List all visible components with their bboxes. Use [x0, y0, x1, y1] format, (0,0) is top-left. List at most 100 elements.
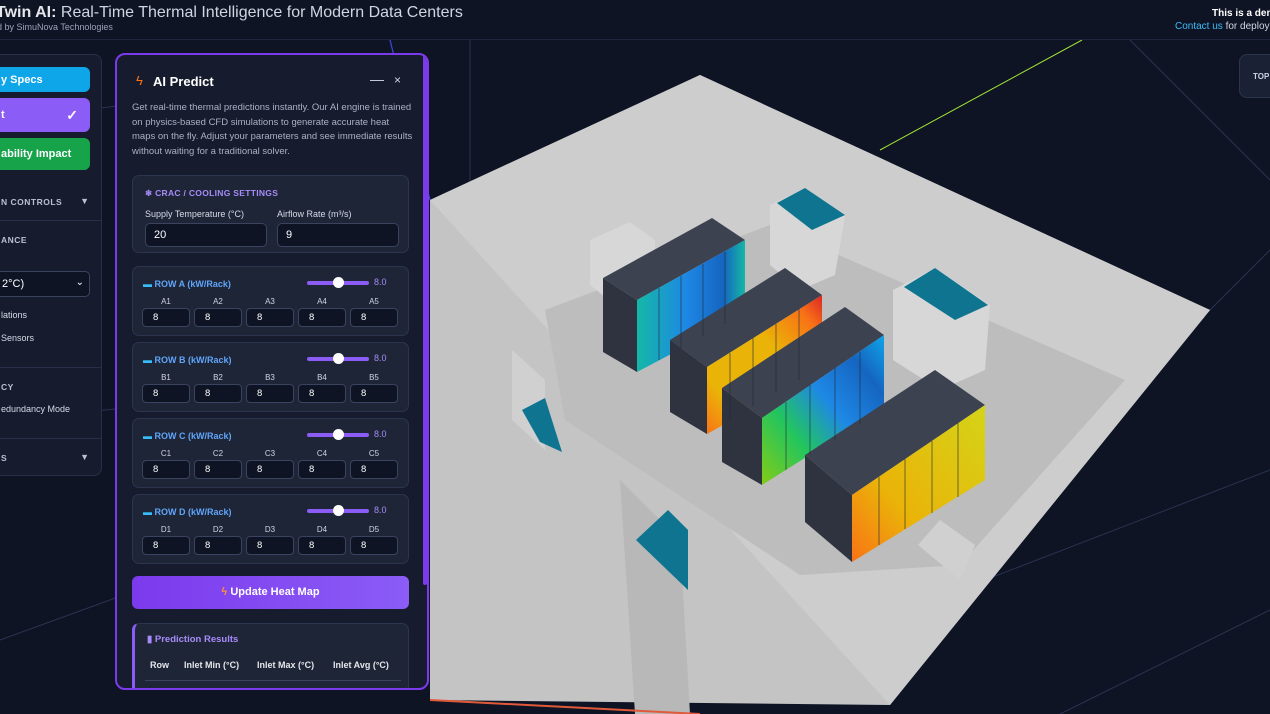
rack-power-input[interactable]: 8	[350, 460, 398, 479]
crac-settings-title: CRAC / COOLING SETTINGS	[155, 188, 279, 198]
row-power-slider[interactable]	[307, 429, 369, 440]
results-header-inlet-avg: Inlet Avg (°C)	[333, 660, 389, 670]
top-view-button[interactable]: TOP	[1239, 54, 1270, 98]
rack-label: C3	[264, 449, 276, 458]
ai-predict-label: t	[1, 109, 5, 121]
slider-handle[interactable]	[333, 353, 344, 364]
row-power-value: 8.0	[374, 429, 387, 439]
rack-row-label: ROW D (kW/Rack)	[154, 507, 232, 517]
rack-power-input[interactable]: 8	[350, 308, 398, 327]
contact-link[interactable]: Contact us	[1175, 21, 1223, 32]
crac-settings-caption: ❄ CRAC / COOLING SETTINGS	[145, 188, 278, 199]
rack-row-card: ▬ ROW D (kW/Rack) 8.0 D1 8 D2 8 D3 8 D4 8 D5 8	[132, 494, 409, 564]
minimize-icon[interactable]: —	[370, 71, 384, 87]
page-title: Twin AI: Real-Time Thermal Intelligence …	[0, 4, 463, 22]
rack-label: A4	[317, 297, 327, 306]
rack-label: A3	[265, 297, 275, 306]
airflow-rate-label: Airflow Rate (m³/s)	[277, 209, 352, 219]
chart-icon: ▮	[147, 634, 153, 645]
rack-power-input[interactable]: 8	[246, 308, 294, 327]
toggle-simulations[interactable]: lations	[1, 310, 27, 320]
temperature-select[interactable]: 2°C) ⌄	[0, 271, 90, 297]
rack-label: D4	[316, 525, 328, 534]
rack-power-input[interactable]: 8	[298, 384, 346, 403]
rack-power-input[interactable]: 8	[194, 460, 242, 479]
rack-power-input[interactable]: 8	[194, 536, 242, 555]
divider	[0, 438, 101, 439]
rack-power-input[interactable]: 8	[298, 460, 346, 479]
lightning-icon: ϟ	[136, 73, 143, 88]
rack-label: B2	[213, 373, 223, 382]
contact-text: for deploy	[1222, 21, 1270, 32]
rack-row-label: ROW A (kW/Rack)	[154, 279, 231, 289]
top-header: Twin AI: Real-Time Thermal Intelligence …	[0, 0, 1270, 40]
facility-specs-button[interactable]: y Specs	[0, 67, 90, 92]
contact-line: Contact us for deploy	[1175, 21, 1270, 32]
rack-label: B1	[161, 373, 171, 382]
rack-label: D5	[368, 525, 380, 534]
slider-handle[interactable]	[333, 429, 344, 440]
temperature-select-value: 2°C)	[2, 278, 25, 290]
rack-label: B3	[265, 373, 275, 382]
rack-power-input[interactable]: 8	[298, 536, 346, 555]
slider-handle[interactable]	[333, 277, 344, 288]
ai-predict-panel: ϟ AI Predict — × Get real-time thermal p…	[115, 53, 429, 690]
rack-power-input[interactable]: 8	[350, 536, 398, 555]
rack-power-input[interactable]: 8	[298, 308, 346, 327]
rack-power-input[interactable]: 8	[194, 384, 242, 403]
rack-power-input[interactable]: 8	[194, 308, 242, 327]
facility-specs-label: y Specs	[1, 73, 43, 86]
rack-power-input[interactable]: 8	[142, 536, 190, 555]
demo-notice: This is a dem	[1212, 8, 1270, 19]
chevron-down-icon: ⌄	[75, 277, 84, 288]
row-power-slider[interactable]	[307, 277, 369, 288]
redundancy-mode-option[interactable]: edundancy Mode	[1, 404, 70, 414]
rack-power-input[interactable]: 8	[246, 536, 294, 555]
rack-label: D3	[264, 525, 276, 534]
page-title-brand: Twin AI:	[0, 4, 57, 21]
results-header-row: Row	[150, 660, 169, 670]
rack-label: C1	[160, 449, 172, 458]
server-rack-icon: ▬	[143, 279, 152, 289]
divider	[0, 220, 101, 221]
rack-power-input[interactable]: 8	[350, 384, 398, 403]
server-rack-icon: ▬	[143, 355, 152, 365]
supply-temperature-input[interactable]: 20	[145, 223, 267, 247]
prediction-results-caption: ▮ Prediction Results	[147, 634, 238, 645]
update-heat-map-button[interactable]: ϟ Update Heat Map	[132, 576, 409, 609]
row-power-value: 8.0	[374, 277, 387, 287]
toggle-sensors[interactable]: Sensors	[1, 333, 34, 343]
panel-title: AI Predict	[153, 74, 214, 89]
rack-label: D2	[212, 525, 224, 534]
section-s-header[interactable]: S	[1, 453, 7, 463]
airflow-rate-input[interactable]: 9	[277, 223, 399, 247]
row-power-value: 8.0	[374, 353, 387, 363]
row-power-slider[interactable]	[307, 353, 369, 364]
page-title-subtitle: Real-Time Thermal Intelligence for Moder…	[56, 4, 463, 21]
divider	[145, 680, 401, 681]
rack-label: A2	[213, 297, 223, 306]
lightning-icon: ϟ	[221, 586, 228, 598]
rack-label: D1	[160, 525, 172, 534]
panel-scrollbar[interactable]	[423, 55, 427, 585]
close-icon[interactable]: ×	[394, 73, 401, 87]
server-rack-icon: ▬	[143, 431, 152, 441]
rack-row-card: ▬ ROW A (kW/Rack) 8.0 A1 8 A2 8 A3 8 A4 8 A5 8	[132, 266, 409, 336]
chevron-down-icon[interactable]: ▼	[80, 196, 89, 206]
rack-power-input[interactable]: 8	[246, 384, 294, 403]
crac-settings-card: ❄ CRAC / COOLING SETTINGS Supply Tempera…	[132, 175, 409, 253]
rack-row-label: ROW B (kW/Rack)	[154, 355, 232, 365]
rack-power-input[interactable]: 8	[142, 384, 190, 403]
ai-predict-button[interactable]: t ✓	[0, 98, 90, 132]
rack-power-input[interactable]: 8	[246, 460, 294, 479]
sustainability-impact-button[interactable]: ability Impact	[0, 138, 90, 170]
rack-power-input[interactable]: 8	[142, 460, 190, 479]
rack-power-input[interactable]: 8	[142, 308, 190, 327]
results-header-inlet-max: Inlet Max (°C)	[257, 660, 315, 670]
divider	[0, 367, 101, 368]
row-power-slider[interactable]	[307, 505, 369, 516]
panel-header[interactable]: ϟ AI Predict — ×	[117, 55, 427, 105]
chevron-down-icon[interactable]: ▼	[80, 452, 89, 462]
simulation-controls-header[interactable]: N CONTROLS	[1, 197, 62, 207]
slider-handle[interactable]	[333, 505, 344, 516]
